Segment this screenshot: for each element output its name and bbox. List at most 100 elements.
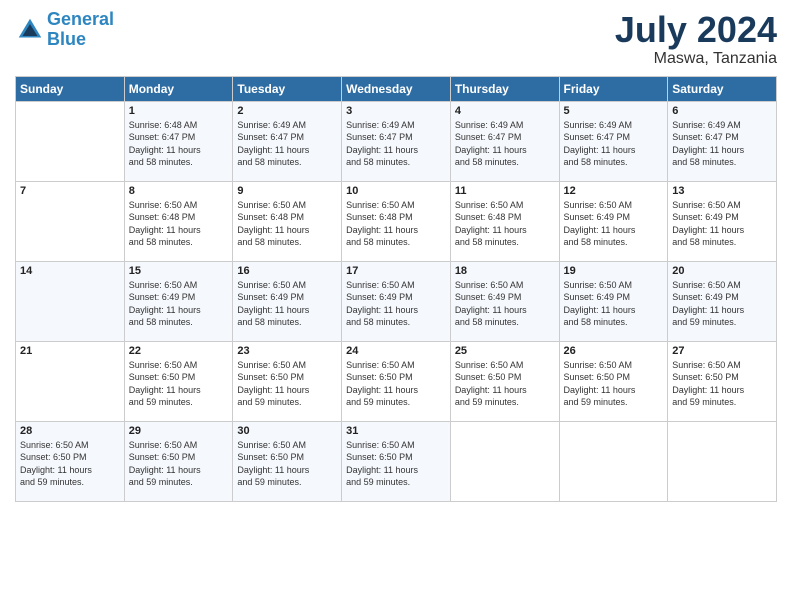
- day-cell: 14: [16, 261, 125, 341]
- day-info: Sunrise: 6:50 AM Sunset: 6:48 PM Dayligh…: [237, 199, 337, 249]
- col-header-monday: Monday: [124, 76, 233, 101]
- day-info: Sunrise: 6:50 AM Sunset: 6:48 PM Dayligh…: [346, 199, 446, 249]
- day-cell: 12 Sunrise: 6:50 AM Sunset: 6:49 PM Dayli…: [559, 181, 668, 261]
- day-number: 1: [129, 105, 229, 117]
- day-info: Sunrise: 6:49 AM Sunset: 6:47 PM Dayligh…: [564, 119, 664, 169]
- day-cell: 15 Sunrise: 6:50 AM Sunset: 6:49 PM Dayli…: [124, 261, 233, 341]
- day-info: Sunrise: 6:50 AM Sunset: 6:50 PM Dayligh…: [129, 439, 229, 489]
- logo: General Blue: [15, 10, 114, 50]
- day-number: 22: [129, 345, 229, 357]
- day-info: Sunrise: 6:50 AM Sunset: 6:49 PM Dayligh…: [346, 279, 446, 329]
- day-cell: 13 Sunrise: 6:50 AM Sunset: 6:49 PM Dayli…: [668, 181, 777, 261]
- day-cell: 19Sunrise: 6:50 AM Sunset: 6:49 PM Dayli…: [559, 261, 668, 341]
- day-info: Sunrise: 6:49 AM Sunset: 6:47 PM Dayligh…: [346, 119, 446, 169]
- day-info: Sunrise: 6:49 AM Sunset: 6:47 PM Dayligh…: [237, 119, 337, 169]
- week-row-1: 78 Sunrise: 6:50 AM Sunset: 6:48 PM Dayli…: [16, 181, 777, 261]
- month-title: July 2024: [615, 10, 777, 50]
- day-number: 29: [129, 425, 229, 437]
- day-cell: [16, 101, 125, 181]
- day-number: 12: [564, 185, 664, 197]
- day-info: Sunrise: 6:50 AM Sunset: 6:50 PM Dayligh…: [564, 359, 664, 409]
- title-block: July 2024 Maswa, Tanzania: [615, 10, 777, 68]
- day-cell: 28 Sunrise: 6:50 AM Sunset: 6:50 PM Dayli…: [16, 421, 125, 501]
- logo-text: General Blue: [47, 10, 114, 50]
- day-cell: 3 Sunrise: 6:49 AM Sunset: 6:47 PM Daylig…: [342, 101, 451, 181]
- day-number: 25: [455, 345, 555, 357]
- day-number: 26: [564, 345, 664, 357]
- day-info: Sunrise: 6:50 AM Sunset: 6:50 PM Dayligh…: [20, 439, 120, 489]
- day-cell: 11Sunrise: 6:50 AM Sunset: 6:48 PM Dayli…: [450, 181, 559, 261]
- day-number: 8: [129, 185, 229, 197]
- page: General Blue July 2024 Maswa, Tanzania S…: [0, 0, 792, 612]
- day-cell: 8 Sunrise: 6:50 AM Sunset: 6:48 PM Daylig…: [124, 181, 233, 261]
- day-number: 6: [672, 105, 772, 117]
- day-cell: 5Sunrise: 6:49 AM Sunset: 6:47 PM Daylig…: [559, 101, 668, 181]
- day-info: Sunrise: 6:48 AM Sunset: 6:47 PM Dayligh…: [129, 119, 229, 169]
- day-number: 31: [346, 425, 446, 437]
- day-info: Sunrise: 6:50 AM Sunset: 6:50 PM Dayligh…: [672, 359, 772, 409]
- col-header-sunday: Sunday: [16, 76, 125, 101]
- calendar-table: SundayMondayTuesdayWednesdayThursdayFrid…: [15, 76, 777, 502]
- day-number: 19: [564, 265, 664, 277]
- day-cell: 10Sunrise: 6:50 AM Sunset: 6:48 PM Dayli…: [342, 181, 451, 261]
- day-number: 7: [20, 185, 120, 197]
- week-row-4: 28 Sunrise: 6:50 AM Sunset: 6:50 PM Dayli…: [16, 421, 777, 501]
- day-number: 2: [237, 105, 337, 117]
- col-header-friday: Friday: [559, 76, 668, 101]
- day-number: 28: [20, 425, 120, 437]
- day-number: 14: [20, 265, 120, 277]
- day-cell: 6 Sunrise: 6:49 AM Sunset: 6:47 PM Daylig…: [668, 101, 777, 181]
- day-info: Sunrise: 6:50 AM Sunset: 6:49 PM Dayligh…: [672, 279, 772, 329]
- day-info: Sunrise: 6:49 AM Sunset: 6:47 PM Dayligh…: [672, 119, 772, 169]
- day-cell: 4 Sunrise: 6:49 AM Sunset: 6:47 PM Daylig…: [450, 101, 559, 181]
- day-info: Sunrise: 6:50 AM Sunset: 6:50 PM Dayligh…: [455, 359, 555, 409]
- week-row-2: 14 15 Sunrise: 6:50 AM Sunset: 6:49 PM Day…: [16, 261, 777, 341]
- day-cell: 21: [16, 341, 125, 421]
- day-number: 15: [129, 265, 229, 277]
- day-number: 23: [237, 345, 337, 357]
- day-cell: 24 Sunrise: 6:50 AM Sunset: 6:50 PM Dayli…: [342, 341, 451, 421]
- day-info: Sunrise: 6:50 AM Sunset: 6:50 PM Dayligh…: [129, 359, 229, 409]
- day-number: 27: [672, 345, 772, 357]
- day-info: Sunrise: 6:50 AM Sunset: 6:49 PM Dayligh…: [129, 279, 229, 329]
- logo-icon: [15, 15, 45, 45]
- col-header-thursday: Thursday: [450, 76, 559, 101]
- day-number: 17: [346, 265, 446, 277]
- day-number: 16: [237, 265, 337, 277]
- day-cell: 31 Sunrise: 6:50 AM Sunset: 6:50 PM Dayli…: [342, 421, 451, 501]
- day-info: Sunrise: 6:50 AM Sunset: 6:50 PM Dayligh…: [346, 359, 446, 409]
- location: Maswa, Tanzania: [615, 50, 777, 68]
- day-info: Sunrise: 6:50 AM Sunset: 6:50 PM Dayligh…: [346, 439, 446, 489]
- day-number: 13: [672, 185, 772, 197]
- day-cell: [450, 421, 559, 501]
- day-info: Sunrise: 6:50 AM Sunset: 6:49 PM Dayligh…: [564, 199, 664, 249]
- day-cell: 17 Sunrise: 6:50 AM Sunset: 6:49 PM Dayli…: [342, 261, 451, 341]
- day-info: Sunrise: 6:50 AM Sunset: 6:50 PM Dayligh…: [237, 359, 337, 409]
- week-row-3: 21 22 Sunrise: 6:50 AM Sunset: 6:50 PM Day…: [16, 341, 777, 421]
- day-cell: 7: [16, 181, 125, 261]
- day-cell: 22 Sunrise: 6:50 AM Sunset: 6:50 PM Dayli…: [124, 341, 233, 421]
- day-cell: 18Sunrise: 6:50 AM Sunset: 6:49 PM Dayli…: [450, 261, 559, 341]
- day-cell: 30 Sunrise: 6:50 AM Sunset: 6:50 PM Dayli…: [233, 421, 342, 501]
- day-cell: 23 Sunrise: 6:50 AM Sunset: 6:50 PM Dayli…: [233, 341, 342, 421]
- day-number: 4: [455, 105, 555, 117]
- day-info: Sunrise: 6:50 AM Sunset: 6:49 PM Dayligh…: [455, 279, 555, 329]
- day-number: 9: [237, 185, 337, 197]
- day-cell: 20Sunrise: 6:50 AM Sunset: 6:49 PM Dayli…: [668, 261, 777, 341]
- day-info: Sunrise: 6:49 AM Sunset: 6:47 PM Dayligh…: [455, 119, 555, 169]
- day-number: 24: [346, 345, 446, 357]
- day-info: Sunrise: 6:50 AM Sunset: 6:50 PM Dayligh…: [237, 439, 337, 489]
- day-number: 30: [237, 425, 337, 437]
- day-cell: 1 Sunrise: 6:48 AM Sunset: 6:47 PM Daylig…: [124, 101, 233, 181]
- day-number: 3: [346, 105, 446, 117]
- day-cell: [559, 421, 668, 501]
- day-cell: 25 Sunrise: 6:50 AM Sunset: 6:50 PM Dayli…: [450, 341, 559, 421]
- week-row-0: 1 Sunrise: 6:48 AM Sunset: 6:47 PM Daylig…: [16, 101, 777, 181]
- day-cell: [668, 421, 777, 501]
- day-info: Sunrise: 6:50 AM Sunset: 6:49 PM Dayligh…: [237, 279, 337, 329]
- day-cell: 2 Sunrise: 6:49 AM Sunset: 6:47 PM Daylig…: [233, 101, 342, 181]
- day-info: Sunrise: 6:50 AM Sunset: 6:49 PM Dayligh…: [672, 199, 772, 249]
- day-number: 21: [20, 345, 120, 357]
- day-cell: 27 Sunrise: 6:50 AM Sunset: 6:50 PM Dayli…: [668, 341, 777, 421]
- day-info: Sunrise: 6:50 AM Sunset: 6:48 PM Dayligh…: [129, 199, 229, 249]
